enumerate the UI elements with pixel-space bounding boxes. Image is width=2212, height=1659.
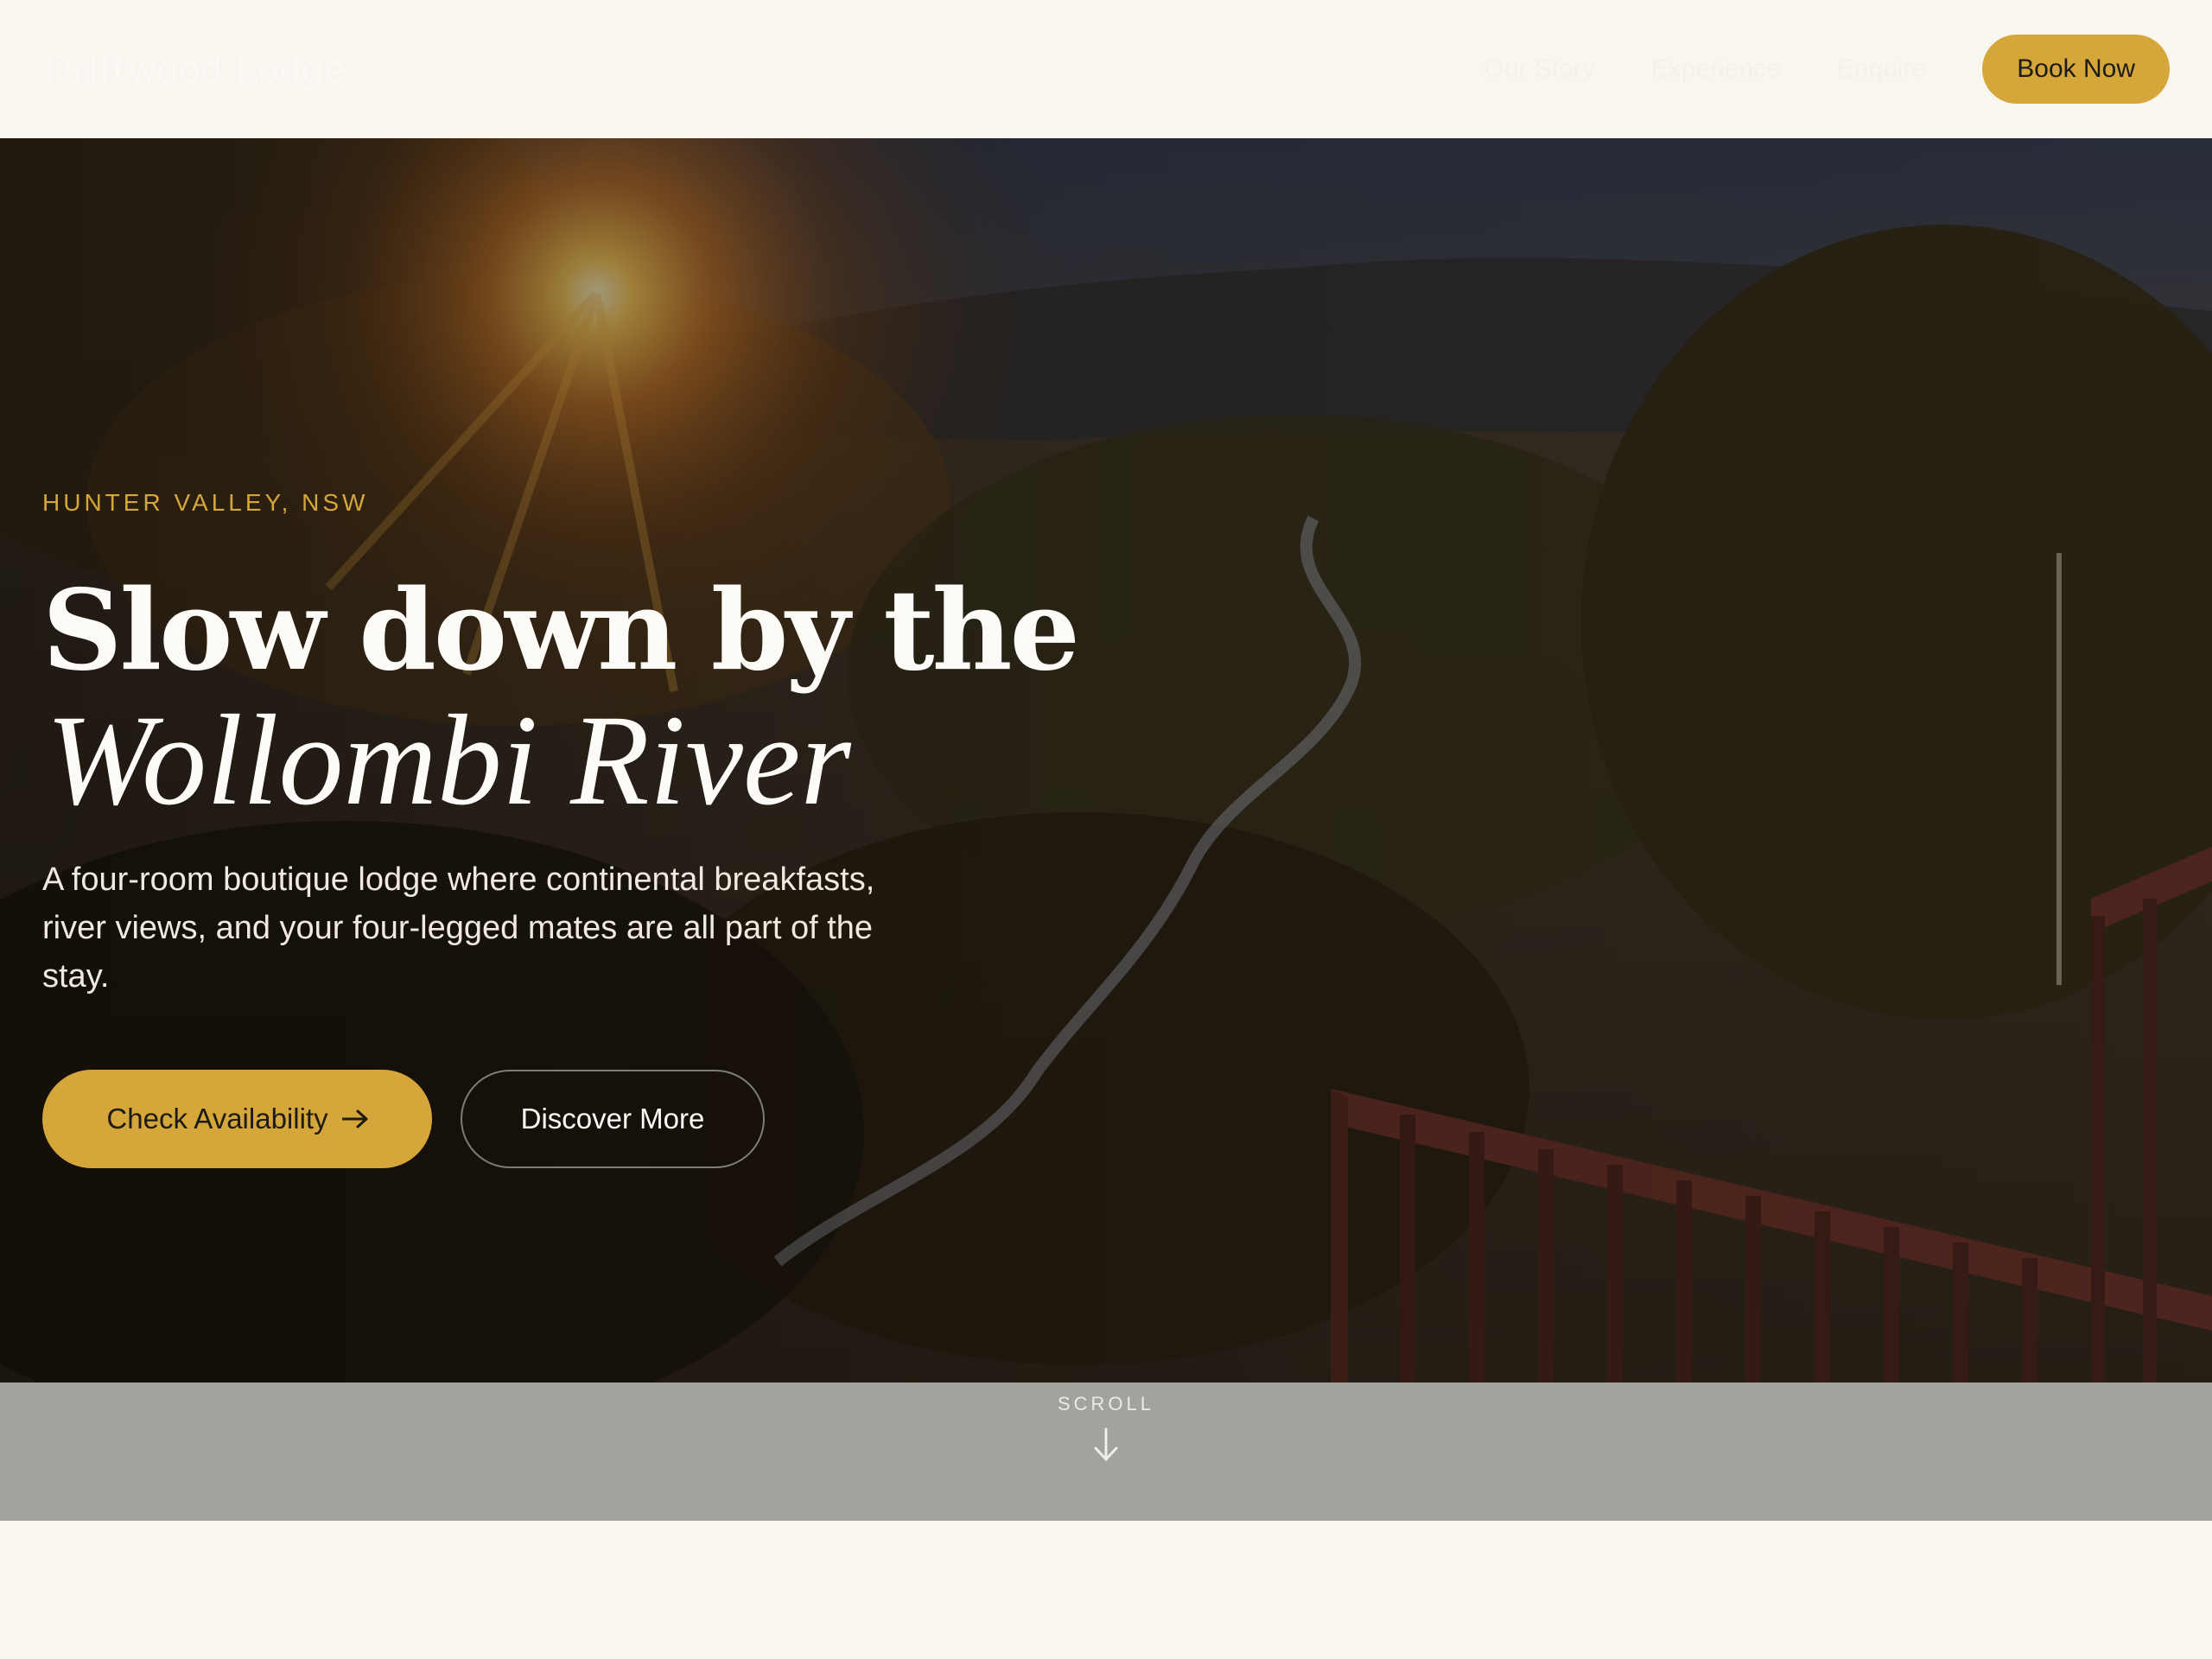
arrow-down-icon (1094, 1427, 1118, 1461)
nav-link-our-story[interactable]: Our Story (1484, 54, 1594, 84)
site-logo[interactable]: Driftwood Lodge (42, 48, 346, 91)
check-availability-button[interactable]: Check Availability (42, 1070, 432, 1168)
main-nav: Our Story Experience Enquire Book Now (1484, 35, 2170, 104)
hero-headline-italic: Wollombi River (46, 689, 851, 832)
hero-eyebrow: HUNTER VALLEY, NSW (42, 489, 369, 516)
scroll-label: SCROLL (1057, 1393, 1155, 1414)
site-header: Driftwood Lodge Our Story Experience Enq… (0, 0, 2212, 138)
nav-link-enquire[interactable]: Enquire (1837, 54, 1926, 84)
book-now-button[interactable]: Book Now (1982, 35, 2170, 104)
nav-link-experience[interactable]: Experience (1651, 54, 1781, 84)
hero-description: A four-room boutique lodge where contine… (42, 861, 875, 995)
arrow-right-icon (341, 1103, 368, 1136)
check-availability-label: Check Availability (106, 1103, 328, 1135)
scroll-indicator[interactable]: SCROLL (0, 1382, 2212, 1521)
hero-headline: Slow down by the (42, 566, 1080, 696)
hero-section: HUNTER VALLEY, NSW Slow down by the Woll… (0, 138, 2212, 1382)
discover-more-button[interactable]: Discover More (461, 1070, 765, 1168)
